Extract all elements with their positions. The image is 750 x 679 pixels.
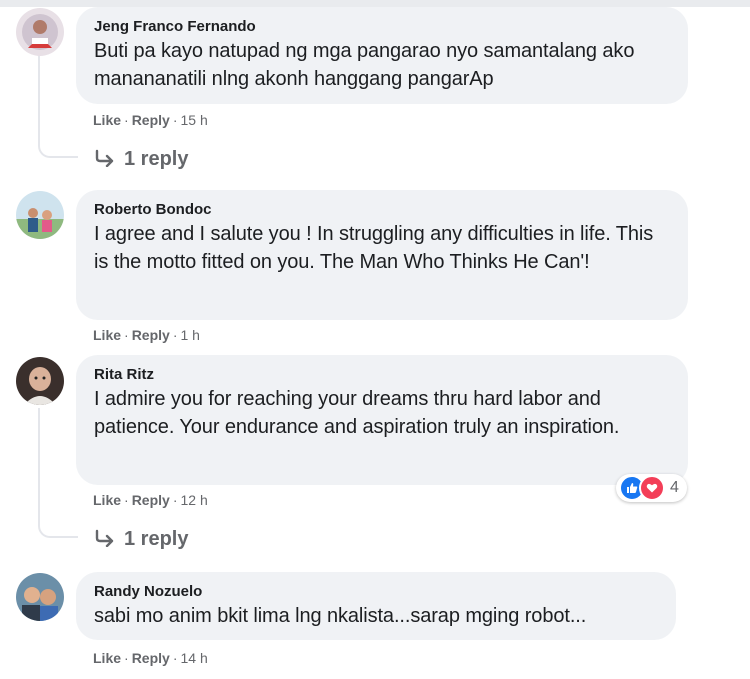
comment-bubble: Jeng Franco Fernando Buti pa kayo natupa… [76, 7, 688, 104]
top-divider [0, 0, 750, 7]
comment-actions: Like · Reply · 12 h [93, 491, 208, 509]
separator: · [172, 112, 178, 128]
separator: · [172, 327, 178, 343]
reply-button[interactable]: Reply [132, 492, 170, 508]
separator: · [124, 112, 129, 128]
avatar[interactable] [16, 573, 64, 621]
thread-connector [38, 142, 78, 158]
like-button[interactable]: Like [93, 492, 121, 508]
comment-text: sabi mo anim bkit lima lng nkalista...sa… [94, 605, 587, 627]
comment-actions: Like · Reply · 15 h [93, 111, 208, 129]
love-icon [639, 475, 665, 501]
comment-text: I agree and I salute you ! In struggling… [94, 223, 654, 273]
separator: · [172, 650, 178, 666]
comment-timestamp[interactable]: 1 h [180, 327, 199, 343]
comment-bubble: Randy Nozuelo sabi mo anim bkit lima lng… [76, 572, 676, 640]
comment-text: I admire you for reaching your dreams th… [94, 388, 620, 438]
avatar[interactable] [16, 191, 64, 239]
comment-author[interactable]: Randy Nozuelo [94, 582, 658, 602]
reply-button[interactable]: Reply [132, 327, 170, 343]
view-replies-button[interactable]: 1 reply [94, 147, 188, 171]
comment-actions: Like · Reply · 1 h [93, 326, 200, 344]
view-replies-button[interactable]: 1 reply [94, 527, 188, 551]
thread-line [38, 54, 40, 144]
thread-connector [38, 522, 78, 538]
comment-author[interactable]: Jeng Franco Fernando [94, 17, 670, 37]
comment-author[interactable]: Roberto Bondoc [94, 200, 670, 220]
like-button[interactable]: Like [93, 650, 121, 666]
comment-author[interactable]: Rita Ritz [94, 365, 670, 385]
comment-bubble: Roberto Bondoc I agree and I salute you … [76, 190, 688, 320]
separator: · [124, 650, 129, 666]
reply-button[interactable]: Reply [132, 112, 170, 128]
reaction-count: 4 [670, 479, 679, 496]
comment-timestamp[interactable]: 12 h [180, 492, 207, 508]
reaction-summary[interactable]: 4 [616, 474, 687, 502]
separator: · [124, 492, 129, 508]
thread-line [38, 408, 40, 524]
replies-count-label: 1 reply [124, 528, 189, 550]
avatar[interactable] [16, 8, 64, 56]
separator: · [172, 492, 178, 508]
comment-timestamp[interactable]: 14 h [180, 650, 207, 666]
like-button[interactable]: Like [93, 327, 121, 343]
reply-arrow-icon [95, 529, 114, 547]
reply-button[interactable]: Reply [132, 650, 170, 666]
like-button[interactable]: Like [93, 112, 121, 128]
avatar[interactable] [16, 357, 64, 405]
comment-timestamp[interactable]: 15 h [180, 112, 207, 128]
reply-arrow-icon [95, 149, 114, 167]
comment-bubble: Rita Ritz I admire you for reaching your… [76, 355, 688, 485]
separator: · [124, 327, 129, 343]
comment-text: Buti pa kayo natupad ng mga pangarao nyo… [94, 40, 635, 90]
replies-count-label: 1 reply [124, 148, 189, 170]
comment-actions: Like · Reply · 14 h [93, 649, 208, 667]
